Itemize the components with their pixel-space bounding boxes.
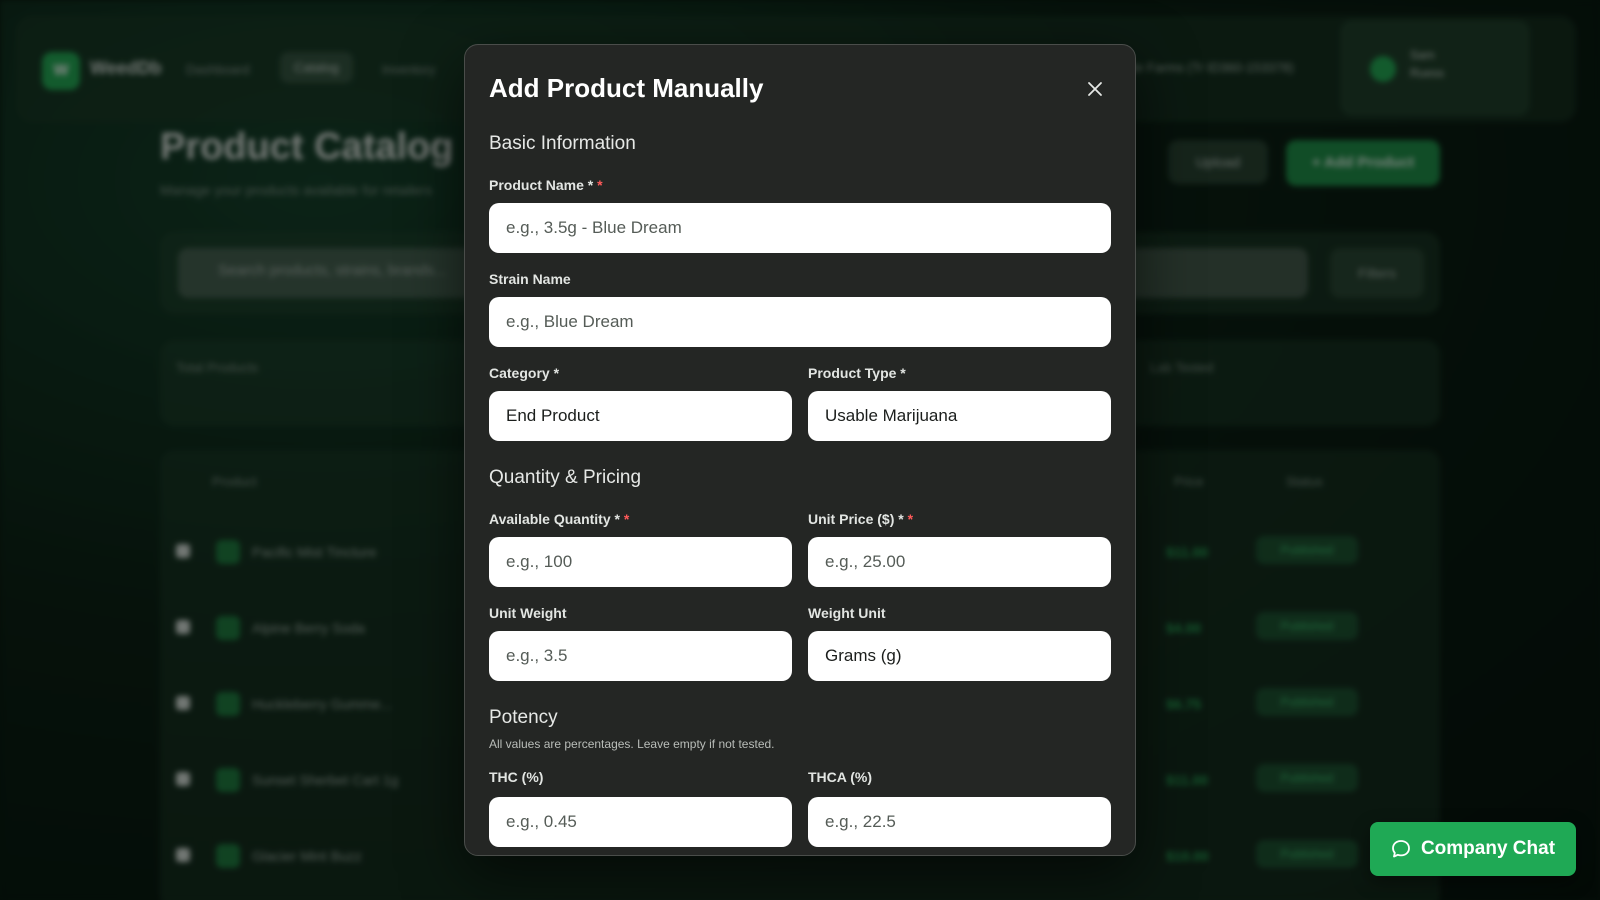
required-marker: *	[907, 511, 914, 527]
strain-name-input[interactable]	[489, 297, 1111, 347]
product-name-input[interactable]	[489, 203, 1111, 253]
unit-price-label: Unit Price ($) * *	[808, 511, 913, 527]
chat-bubble-icon	[1392, 840, 1410, 858]
section-basic-information: Basic Information	[489, 133, 636, 154]
product-type-label: Product Type *	[808, 365, 906, 381]
weight-unit-label: Weight Unit	[808, 605, 886, 621]
required-marker: *	[597, 177, 603, 193]
product-type-select[interactable]: Usable Marijuana	[808, 391, 1111, 441]
available-quantity-input[interactable]	[489, 537, 792, 587]
unit-weight-input[interactable]	[489, 631, 792, 681]
company-chat-button[interactable]: Company Chat	[1370, 822, 1576, 876]
unit-price-input[interactable]	[808, 537, 1111, 587]
product-name-label: Product Name * *	[489, 177, 603, 193]
modal-title: Add Product Manually	[489, 73, 764, 103]
potency-hint: All values are percentages. Leave empty …	[489, 737, 775, 751]
unit-price-label-text: Unit Price ($) *	[808, 511, 904, 527]
available-quantity-label: Available Quantity * *	[489, 511, 629, 527]
close-button[interactable]	[1083, 77, 1107, 101]
category-select[interactable]: End Product	[489, 391, 792, 441]
unit-weight-label: Unit Weight	[489, 605, 567, 621]
product-name-label-text: Product Name *	[489, 177, 594, 193]
thc-label: THC (%)	[489, 769, 544, 785]
required-marker: *	[623, 511, 630, 527]
thc-input[interactable]	[489, 797, 792, 847]
add-product-modal: Add Product Manually Basic Information P…	[464, 44, 1136, 856]
close-icon	[1088, 82, 1102, 96]
section-quantity-pricing: Quantity & Pricing	[489, 467, 642, 488]
thca-input[interactable]	[808, 797, 1111, 847]
category-label: Category *	[489, 365, 560, 381]
available-quantity-label-text: Available Quantity *	[489, 511, 620, 527]
weight-unit-select[interactable]: Grams (g)	[808, 631, 1111, 681]
company-chat-label: Company Chat	[1420, 838, 1556, 859]
section-potency: Potency	[489, 707, 558, 728]
thca-label: THCA (%)	[808, 769, 873, 785]
strain-name-label: Strain Name	[489, 271, 571, 287]
